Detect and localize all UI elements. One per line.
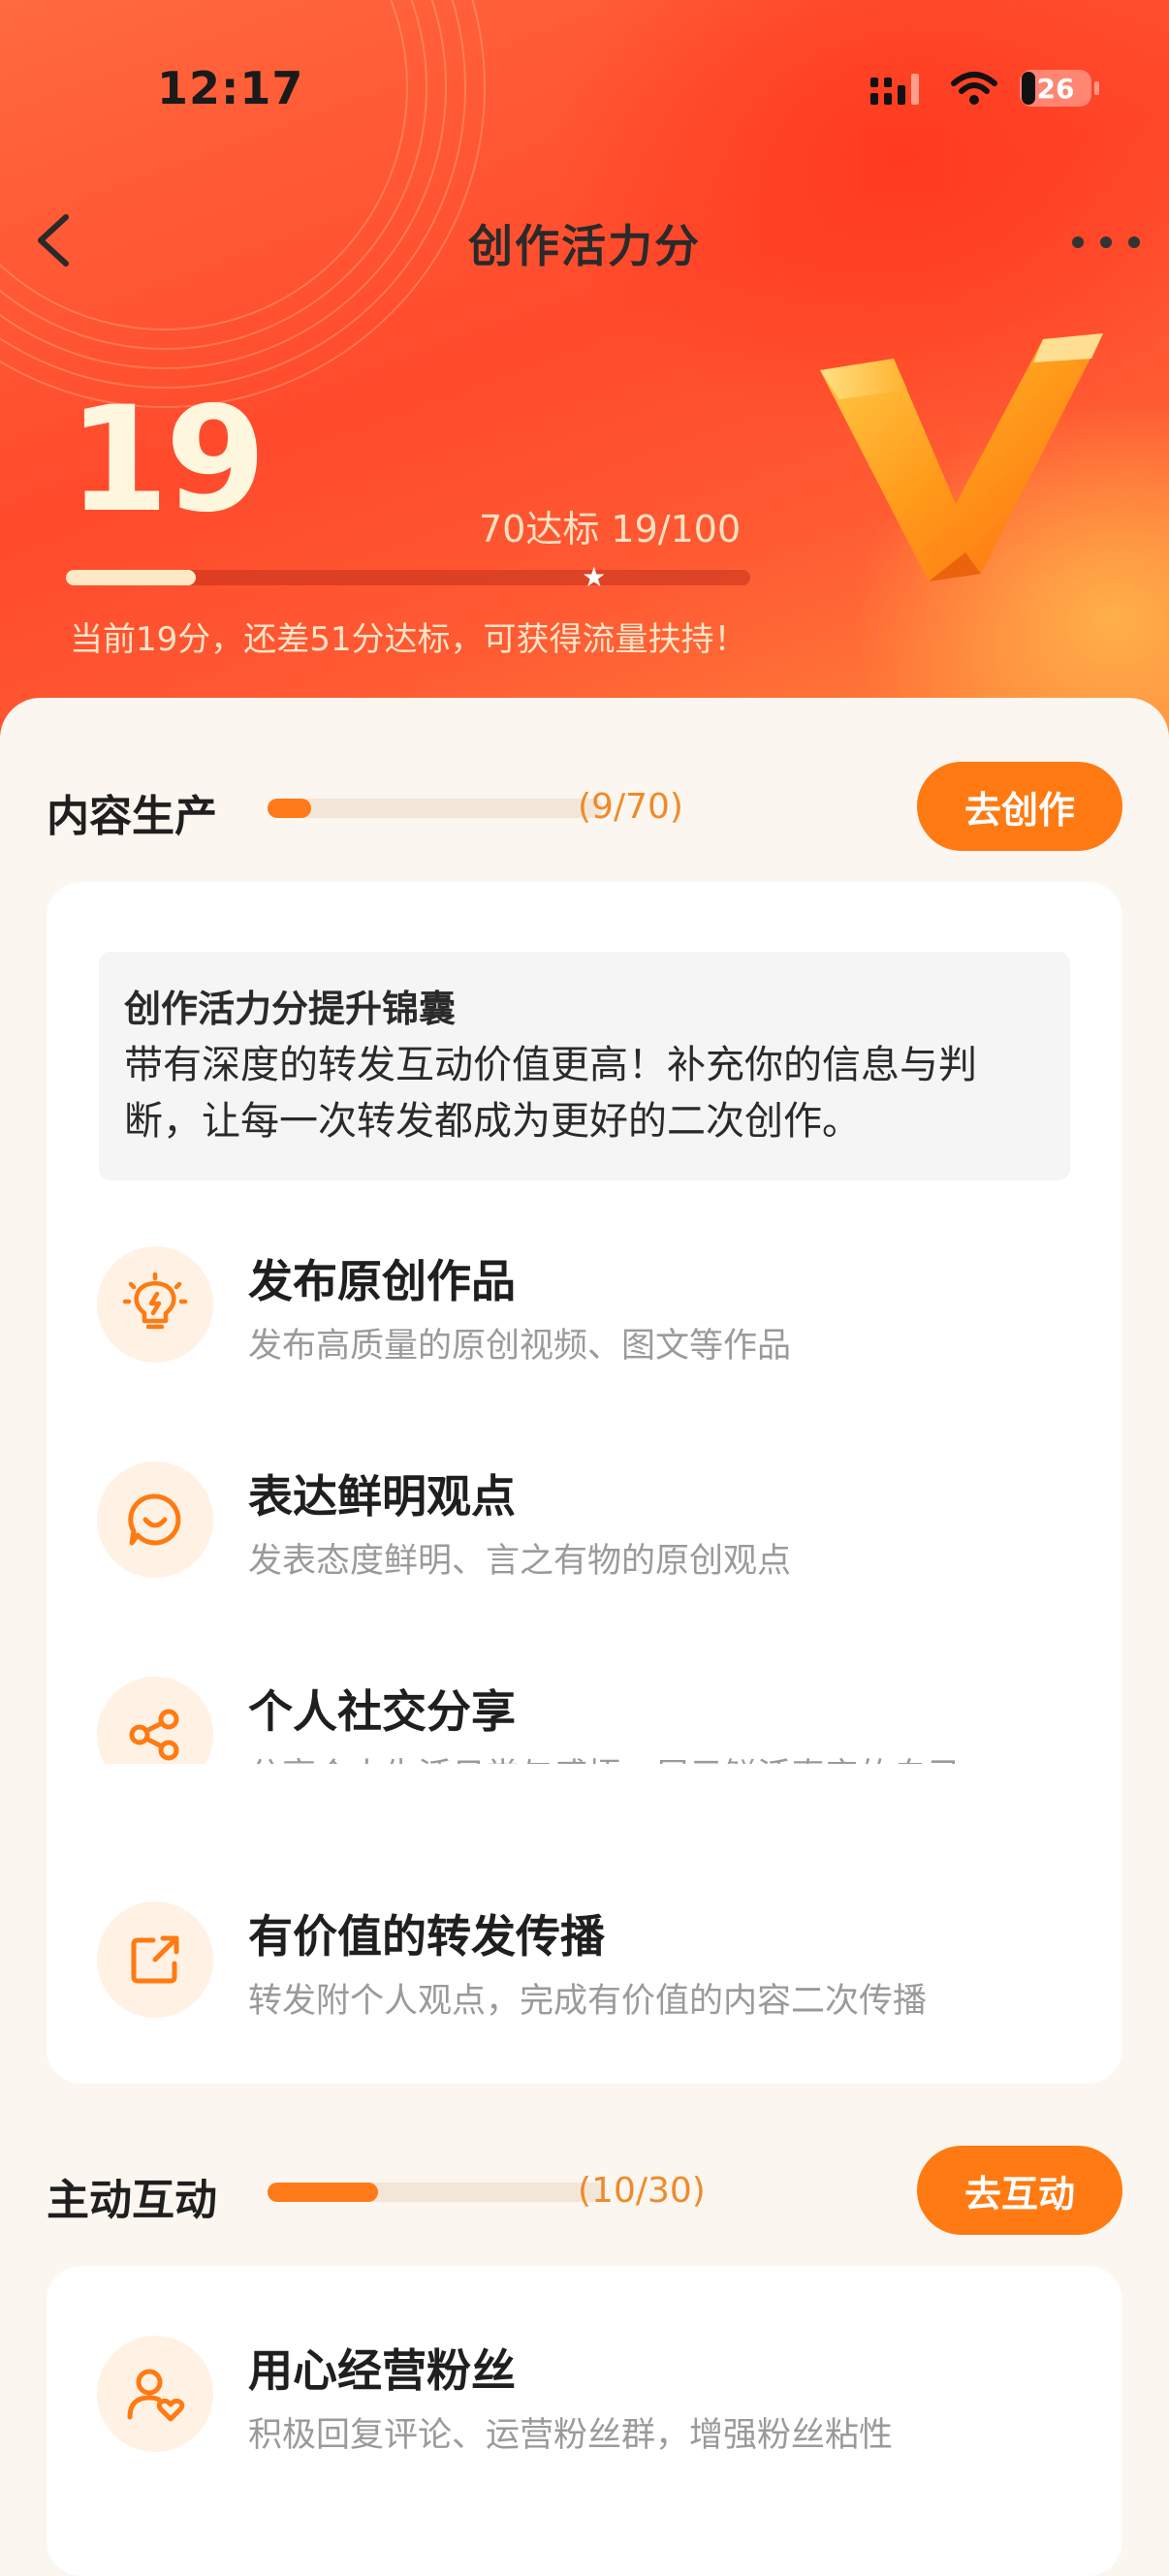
item-title: 发布原创作品 bbox=[248, 1255, 516, 1307]
wifi-icon bbox=[951, 72, 997, 105]
item-desc: 积极回复评论、运营粉丝群，增强粉丝粘性 bbox=[248, 2416, 894, 2455]
score-hint: 当前19分，还差51分达标，可获得流量扶持！ bbox=[70, 620, 747, 659]
more-button[interactable] bbox=[1072, 218, 1140, 267]
hero-header: 12:17 26 创作活力分 19 70达标 19/100 ★ 当前19分，还差… bbox=[0, 0, 1169, 756]
star-icon: ★ bbox=[582, 561, 607, 593]
tip-text: 带有深度的转发互动价值更高！补充你的信息与判断，让每一次转发都成为更好的二次创作… bbox=[124, 1043, 977, 1144]
item-desc: 发表态度鲜明、言之有物的原创观点 bbox=[248, 1542, 792, 1581]
tip-title: 创作活力分提升锦囊 bbox=[124, 988, 457, 1030]
score-progress-bar: ★ bbox=[66, 564, 750, 591]
section-count: (10/30) bbox=[578, 2171, 706, 2211]
go-interact-button[interactable]: 去互动 bbox=[917, 2146, 1122, 2235]
section-content-header: 内容生产 (9/70) 去创作 bbox=[47, 762, 1122, 855]
more-dot-icon bbox=[1100, 236, 1112, 248]
section-progress-fill bbox=[268, 2183, 379, 2202]
task-item[interactable]: 表达鲜明观点 发表态度鲜明、言之有物的原创观点 bbox=[97, 1461, 1066, 1607]
tip-box: 创作活力分提升锦囊 带有深度的转发互动价值更高！补充你的信息与判断，让每一次转发… bbox=[99, 952, 1070, 1180]
user-heart-icon bbox=[127, 2369, 185, 2422]
score-value: 19 bbox=[68, 376, 267, 545]
section-interact-header: 主动互动 (10/30) 去互动 bbox=[47, 2146, 1122, 2239]
page-title: 创作活力分 bbox=[468, 220, 701, 272]
go-create-button[interactable]: 去创作 bbox=[917, 762, 1122, 851]
content-sheet: 内容生产 (9/70) 去创作 创作活力分提升锦囊 带有深度的转发互动价值更高！… bbox=[0, 698, 1169, 2576]
item-title: 用心经营粉丝 bbox=[248, 2344, 516, 2397]
smile-chat-icon bbox=[128, 1493, 181, 1546]
more-dot-icon bbox=[1072, 236, 1084, 248]
task-item[interactable]: 有价值的转发传播 转发附个人观点，完成有价值的内容二次传播 bbox=[97, 1901, 1066, 2047]
section-progress-bar bbox=[268, 2183, 603, 2202]
task-item[interactable]: 用心经营粉丝 积极回复评论、运营粉丝群，增强粉丝粘性 bbox=[97, 2336, 1066, 2481]
status-time: 12:17 bbox=[157, 62, 304, 114]
score-target: 70达标 19/100 bbox=[479, 508, 742, 550]
item-desc: 发布高质量的原创视频、图文等作品 bbox=[248, 1327, 792, 1366]
item-title: 有价值的转发传播 bbox=[248, 1910, 605, 1963]
section-title: 内容生产 bbox=[47, 792, 217, 841]
lightbulb-icon bbox=[122, 1272, 188, 1330]
item-title: 个人社交分享 bbox=[248, 1685, 516, 1738]
content-card: 创作活力分提升锦囊 带有深度的转发互动价值更高！补充你的信息与判断，让每一次转发… bbox=[47, 882, 1122, 1812]
section-count: (9/70) bbox=[578, 787, 683, 827]
section-progress-fill bbox=[268, 799, 311, 818]
forward-icon bbox=[131, 1935, 179, 1984]
interact-card: 用心经营粉丝 积极回复评论、运营粉丝群，增强粉丝粘性 bbox=[47, 2266, 1122, 2576]
v-logo-icon bbox=[820, 333, 1103, 581]
score-progress-fill bbox=[66, 570, 197, 585]
share-icon bbox=[129, 1709, 179, 1761]
battery-icon: 26 bbox=[1020, 70, 1099, 107]
section-progress-bar bbox=[268, 799, 603, 818]
status-icons: 26 bbox=[869, 70, 1099, 107]
content-card-bottom: 有价值的转发传播 转发附个人观点，完成有价值的内容二次传播 bbox=[47, 1764, 1122, 2084]
signal-icon bbox=[870, 74, 919, 105]
item-desc: 转发附个人观点，完成有价值的内容二次传播 bbox=[248, 1982, 928, 2021]
item-title: 表达鲜明观点 bbox=[248, 1470, 516, 1523]
section-title: 主动互动 bbox=[47, 2176, 217, 2225]
task-item[interactable]: 发布原创作品 发布高质量的原创视频、图文等作品 bbox=[97, 1246, 1066, 1392]
more-dot-icon bbox=[1128, 236, 1140, 248]
